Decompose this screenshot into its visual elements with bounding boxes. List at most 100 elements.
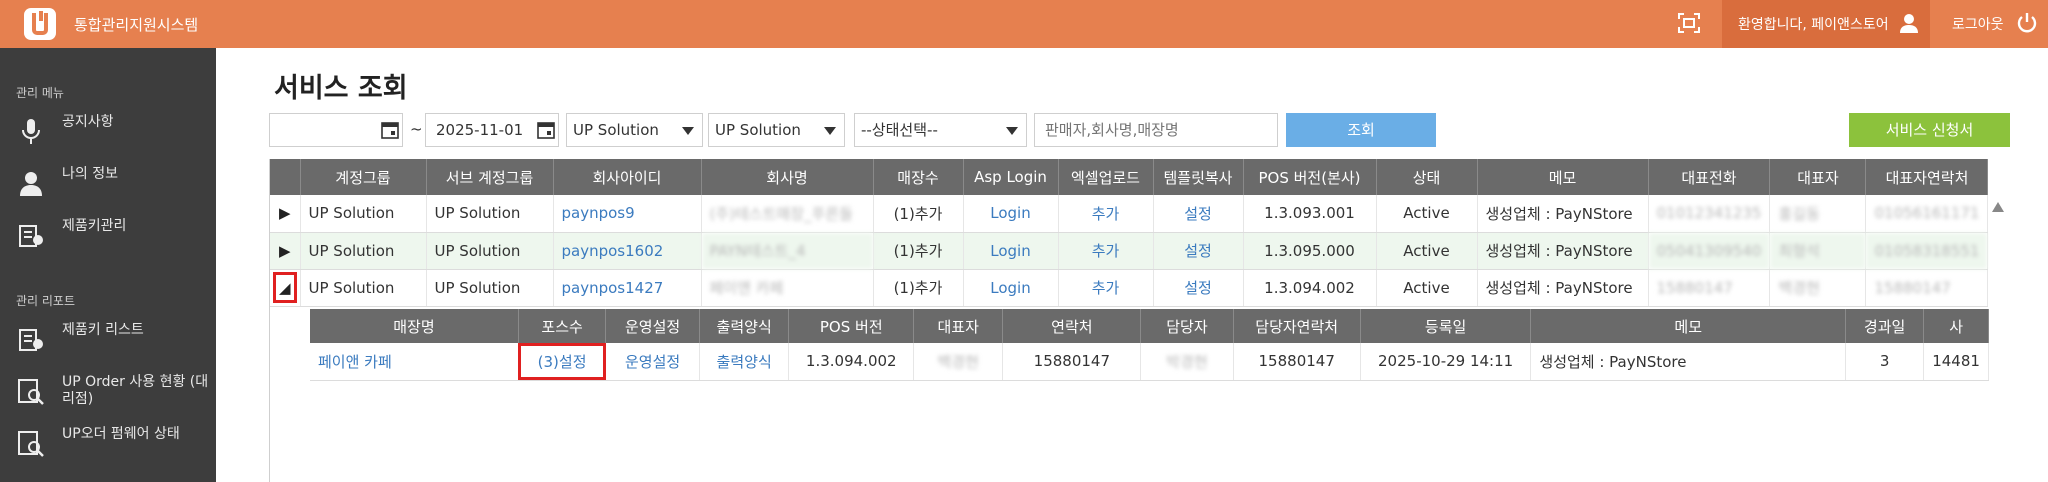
- expand-row-icon[interactable]: ▶: [270, 195, 301, 233]
- add-store-link[interactable]: (1)추가: [873, 195, 964, 233]
- sidebar-item-label: 제품키관리: [62, 218, 127, 234]
- column-header[interactable]: 연락처: [1002, 309, 1142, 343]
- cell-ceo: 백경현: [913, 343, 1004, 381]
- cell-ceo: 최형석: [1769, 232, 1867, 270]
- column-header[interactable]: 매장수: [873, 159, 964, 195]
- date-to-field[interactable]: 2025-11-01: [425, 113, 559, 147]
- column-header[interactable]: 경과일: [1845, 309, 1925, 343]
- cell-pos-version: 1.3.093.001: [1243, 195, 1377, 233]
- key-list-icon: [19, 329, 43, 351]
- column-header[interactable]: 서브 계정그룹: [426, 159, 554, 195]
- template-copy-link[interactable]: 설정: [1153, 269, 1244, 307]
- collapse-row-icon[interactable]: ◢: [270, 269, 301, 307]
- column-header[interactable]: 메모: [1477, 159, 1649, 195]
- sidebar-item-label: 나의 정보: [62, 166, 118, 182]
- scroll-up-icon[interactable]: [1989, 196, 2007, 296]
- excel-upload-link[interactable]: 추가: [1058, 195, 1154, 233]
- sidebar-item-key-list[interactable]: 제품키 리스트: [0, 318, 216, 362]
- template-copy-link[interactable]: 설정: [1153, 232, 1244, 270]
- cell-group: UP Solution: [300, 269, 427, 307]
- cell-status: Active: [1376, 232, 1478, 270]
- cell-group: UP Solution: [300, 232, 427, 270]
- date-from-field[interactable]: [269, 113, 403, 147]
- sidebar-item-product-key[interactable]: 제품키관리: [0, 214, 216, 258]
- chevron-down-icon: [1006, 127, 1018, 135]
- user-icon: [1900, 14, 1918, 33]
- sidebar-item-my-info[interactable]: 나의 정보: [0, 162, 216, 206]
- fullscreen-icon[interactable]: [1678, 13, 1700, 33]
- sidebar-item-label: 제품키 리스트: [62, 322, 144, 338]
- template-copy-link[interactable]: 설정: [1153, 195, 1244, 233]
- excel-upload-link[interactable]: 추가: [1058, 232, 1154, 270]
- logout-link[interactable]: 로그아웃: [1952, 14, 2004, 34]
- column-header[interactable]: 엑셀업로드: [1058, 159, 1154, 195]
- column-header[interactable]: POS 버전(본사): [1243, 159, 1377, 195]
- cell-ceo-phone: 01058318551: [1865, 232, 1989, 270]
- cell-sub-group: UP Solution: [426, 195, 554, 233]
- operation-settings-link[interactable]: 운영설정: [605, 343, 700, 381]
- column-header[interactable]: 담당자: [1140, 309, 1234, 343]
- column-header[interactable]: 계정그룹: [300, 159, 427, 195]
- table-row[interactable]: ▶ UP Solution UP Solution paynpos9 (주)테스…: [270, 195, 1989, 233]
- calendar-icon[interactable]: [536, 120, 556, 140]
- column-header[interactable]: 담당자연락처: [1233, 309, 1361, 343]
- store-name-link[interactable]: 페이앤 카페: [310, 343, 519, 381]
- cell-phone: 15880147: [1002, 343, 1142, 381]
- user-menu[interactable]: 환영합니다, 페이앤스토어: [1722, 0, 1930, 48]
- asp-login-link[interactable]: Login: [963, 195, 1059, 233]
- company-id-link[interactable]: paynpos9: [553, 195, 702, 233]
- column-header[interactable]: POS 버전: [788, 309, 915, 343]
- sub-group-select[interactable]: UP Solution: [708, 113, 845, 147]
- calendar-icon[interactable]: [380, 120, 400, 140]
- power-icon[interactable]: [2016, 12, 2038, 34]
- column-header[interactable]: 회사명: [701, 159, 874, 195]
- column-header[interactable]: 상태: [1376, 159, 1478, 195]
- app-logo[interactable]: [24, 8, 56, 40]
- column-header[interactable]: 출력양식: [699, 309, 790, 343]
- column-header[interactable]: 등록일: [1360, 309, 1532, 343]
- print-format-link[interactable]: 출력양식: [699, 343, 790, 381]
- column-header[interactable]: 대표전화: [1648, 159, 1771, 195]
- column-header[interactable]: 매장명: [310, 309, 519, 343]
- column-header[interactable]: 사: [1923, 309, 1989, 343]
- column-header[interactable]: 회사아이디: [553, 159, 702, 195]
- cell-ceo-phone: 15880147: [1865, 269, 1989, 307]
- excel-upload-link[interactable]: 추가: [1058, 269, 1154, 307]
- chevron-down-icon: [682, 127, 694, 135]
- asp-login-link[interactable]: Login: [963, 269, 1059, 307]
- cell-manager: 박경현: [1140, 343, 1234, 381]
- column-header[interactable]: 대표자연락처: [1865, 159, 1989, 195]
- add-store-link[interactable]: (1)추가: [873, 232, 964, 270]
- service-grid: 계정그룹 서브 계정그룹 회사아이디 회사명 매장수 Asp Login 엑셀업…: [269, 159, 1989, 482]
- column-header[interactable]: 포스수: [518, 309, 607, 343]
- cell-ceo: 홍길동: [1769, 195, 1867, 233]
- sidebar-item-notice[interactable]: 공지사항: [0, 110, 216, 154]
- column-header[interactable]: 대표자: [913, 309, 1004, 343]
- cell-registered-date: 2025-10-29 14:11: [1360, 343, 1532, 381]
- pos-count-settings-link[interactable]: (3)설정: [518, 343, 607, 381]
- column-header[interactable]: 대표자: [1769, 159, 1867, 195]
- company-id-link[interactable]: paynpos1602: [553, 232, 702, 270]
- expand-row-icon[interactable]: ▶: [270, 232, 301, 270]
- search-button[interactable]: 조회: [1286, 113, 1436, 147]
- column-header[interactable]: 템플릿복사: [1153, 159, 1244, 195]
- report-search-icon: [18, 431, 44, 457]
- service-application-button[interactable]: 서비스 신청서: [1849, 113, 2010, 147]
- cell-pos-version: 1.3.094.002: [1243, 269, 1377, 307]
- group-select[interactable]: UP Solution: [566, 113, 703, 147]
- column-header[interactable]: Asp Login: [963, 159, 1059, 195]
- column-header[interactable]: 메모: [1530, 309, 1846, 343]
- add-store-link[interactable]: (1)추가: [873, 269, 964, 307]
- company-id-link[interactable]: paynpos1427: [553, 269, 702, 307]
- table-row[interactable]: ▶ UP Solution UP Solution paynpos1602 PA…: [270, 232, 1989, 270]
- table-row[interactable]: ◢ UP Solution UP Solution paynpos1427 페이…: [270, 269, 1989, 307]
- column-header[interactable]: 운영설정: [605, 309, 700, 343]
- asp-login-link[interactable]: Login: [963, 232, 1059, 270]
- cell-memo: 생성업체 : PayNStore: [1477, 269, 1649, 307]
- sidebar-item-up-order-usage[interactable]: UP Order 사용 현황 (대리점): [0, 370, 216, 414]
- sidebar-item-up-order-firmware[interactable]: UP오더 펌웨어 상태: [0, 422, 216, 466]
- table-row[interactable]: 페이앤 카페 (3)설정 운영설정 출력양식 1.3.094.002 백경현 1…: [310, 343, 1989, 381]
- status-select[interactable]: --상태선택--: [854, 113, 1027, 147]
- search-input[interactable]: [1034, 113, 1278, 147]
- cell-phone: 05041309540: [1648, 232, 1771, 270]
